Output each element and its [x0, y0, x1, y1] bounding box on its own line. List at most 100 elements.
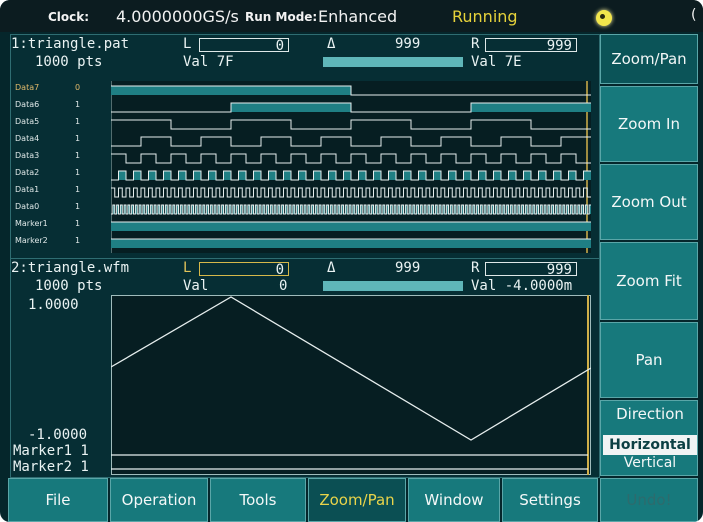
status-bar: Clock: 4.0000000GS/s Run Mode: Enhanced …: [0, 0, 703, 32]
menu-undo[interactable]: Undo!: [600, 478, 698, 522]
direction-label: Direction: [616, 405, 684, 423]
direction-option-vertical[interactable]: Vertical: [601, 455, 699, 471]
channel-label: Marker1 1: [15, 219, 85, 228]
channel-high-fill: [508, 171, 516, 180]
softkey-menu-title: Zoom/Pan: [600, 34, 698, 84]
menu-settings[interactable]: Settings: [502, 478, 598, 522]
right-cursor-val: Val 7E: [471, 54, 522, 70]
channel-high-fill: [111, 86, 351, 95]
channel-name: Data0: [15, 202, 40, 211]
channel-name: Marker2: [15, 236, 48, 245]
left-cursor-val: Val 7F: [183, 54, 234, 70]
channel-high-fill: [523, 171, 531, 180]
softkey-panel: Zoom/Pan Zoom In Zoom Out Zoom Fit Pan D…: [600, 34, 698, 476]
channel-name: Data2: [15, 168, 40, 177]
channel-high-fill: [478, 171, 486, 180]
menu-window[interactable]: Window: [408, 478, 500, 522]
left-cursor-field[interactable]: 0: [199, 38, 289, 53]
channel-high-fill: [358, 171, 366, 180]
marker1-label: Marker1 1: [13, 443, 89, 459]
channel-high-fill: [583, 171, 591, 180]
channel-high-fill: [283, 171, 291, 180]
channel-value: 1: [75, 117, 81, 126]
channel-high-fill: [373, 171, 381, 180]
run-mode-label: Run Mode:: [245, 10, 318, 24]
pattern-name: 1:triangle.pat: [11, 36, 130, 52]
marker-trace: [111, 238, 591, 248]
delta-value: 999: [395, 36, 421, 52]
channel-high-fill: [268, 171, 276, 180]
channel-value: 1: [75, 168, 81, 177]
direction-button[interactable]: Direction Horizontal Vertical: [600, 400, 698, 476]
channel-high-fill: [538, 171, 546, 180]
channel-name: Data3: [15, 151, 40, 160]
channel-value: 1: [75, 202, 81, 211]
channel-high-fill: [343, 171, 351, 180]
direction-option-horizontal[interactable]: Horizontal: [603, 435, 697, 455]
channel-high-fill: [118, 171, 126, 180]
channel-high-fill: [328, 171, 336, 180]
channel-value: 1: [75, 100, 81, 109]
plot-frame: [111, 295, 591, 475]
channel-high-fill: [193, 171, 201, 180]
cursor-range-bar[interactable]: [323, 281, 463, 291]
right-cursor-field[interactable]: 999: [485, 38, 577, 53]
channel-high-fill: [238, 171, 246, 180]
y-axis-bottom-label: -1.0000: [28, 427, 88, 443]
right-cursor-field[interactable]: 999: [485, 262, 577, 277]
menu-tools[interactable]: Tools: [210, 478, 306, 522]
menu-file[interactable]: File: [8, 478, 108, 522]
right-cursor-val: Val -4.0000m: [471, 278, 573, 294]
awg-screen: Clock: 4.0000000GS/s Run Mode: Enhanced …: [0, 0, 703, 522]
zoom-fit-button[interactable]: Zoom Fit: [600, 242, 698, 320]
channel-value: 1: [75, 151, 81, 160]
left-cursor-label: L: [183, 36, 192, 52]
pan-button[interactable]: Pan: [600, 322, 698, 398]
channel-label: Data3 1: [15, 151, 85, 160]
channel-high-fill: [178, 171, 186, 180]
cursor-range-bar[interactable]: [323, 57, 463, 67]
channel-high-fill: [208, 171, 216, 180]
left-cursor-label: L: [183, 260, 192, 276]
channel-name: Data1: [15, 185, 40, 194]
marker2-label: Marker2 1: [13, 459, 89, 475]
channel-value: 0: [75, 83, 81, 92]
pattern-points: 1000 pts: [35, 54, 103, 70]
channel-label: Data5 1: [15, 117, 85, 126]
right-cursor-label: R: [471, 260, 480, 276]
run-indicator-icon: [596, 10, 612, 26]
channel-high-fill: [553, 171, 561, 180]
channel-name: Data4: [15, 134, 40, 143]
waveform-window[interactable]: 2:triangle.wfm 1000 pts L 0 Δ 999 R 999 …: [10, 258, 600, 478]
pattern-window[interactable]: 1:triangle.pat 1000 pts L 0 Δ 999 R 999 …: [10, 34, 600, 260]
channel-high-fill: [403, 171, 411, 180]
channel-label: Data1 1: [15, 185, 85, 194]
digital-waveform-display[interactable]: [111, 81, 591, 253]
channel-name: Marker1: [15, 219, 48, 228]
zoom-out-button[interactable]: Zoom Out: [600, 164, 698, 240]
waveform-name: 2:triangle.wfm: [11, 260, 130, 276]
channel-high-fill: [463, 171, 471, 180]
channel-label: Data2 1: [15, 168, 85, 177]
channel-high-fill: [148, 171, 156, 180]
marker-high-fill: [111, 239, 591, 248]
menu-zoom-pan[interactable]: Zoom/Pan: [308, 478, 406, 522]
right-cursor-label: R: [471, 36, 480, 52]
analog-waveform-display[interactable]: [111, 295, 591, 475]
channel-label: Data6 1: [15, 100, 85, 109]
channel-label: Data7 0: [15, 83, 85, 92]
channel-value: 1: [75, 236, 81, 245]
channel-high-fill: [313, 171, 321, 180]
channel-name: Data5: [15, 117, 40, 126]
corner-glyph: (: [691, 7, 697, 23]
channel-high-fill: [163, 171, 171, 180]
channel-label: Data0 1: [15, 202, 85, 211]
delta-icon: Δ: [327, 260, 336, 276]
channel-name: Data6: [15, 100, 40, 109]
delta-icon: Δ: [327, 36, 336, 52]
zoom-in-button[interactable]: Zoom In: [600, 86, 698, 162]
clock-value: 4.0000000GS/s: [116, 7, 239, 26]
left-cursor-field[interactable]: 0: [199, 262, 289, 277]
channel-high-fill: [433, 171, 441, 180]
menu-operation[interactable]: Operation: [110, 478, 208, 522]
